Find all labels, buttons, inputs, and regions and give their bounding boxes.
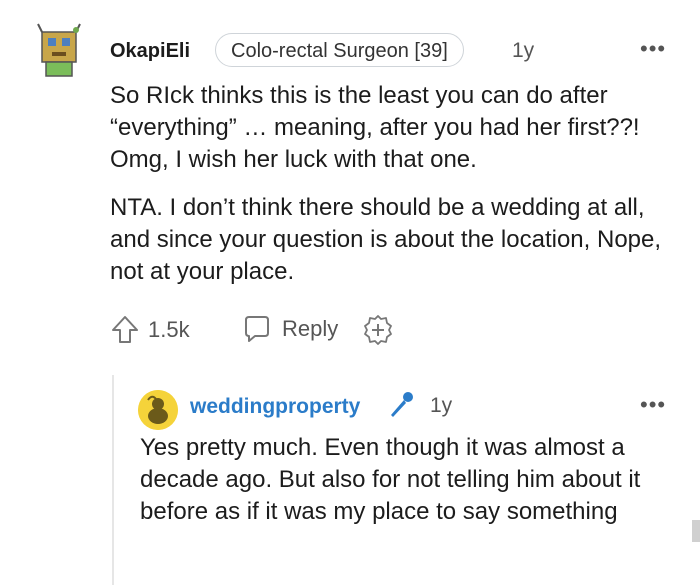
reply-icon — [242, 314, 272, 344]
comment-actions: 1.5k Reply — [110, 314, 510, 354]
reply-button[interactable]: Reply — [242, 314, 338, 344]
user-flair: Colo-rectal Surgeon [39] — [215, 33, 464, 67]
comment-paragraph: So RIck thinks this is the least you can… — [110, 82, 640, 173]
microphone-icon — [386, 389, 416, 419]
reply-age: 1y — [430, 394, 453, 417]
more-icon[interactable]: ••• — [640, 36, 666, 62]
reply-username[interactable]: weddingproperty — [190, 395, 360, 419]
username[interactable]: OkapiEli — [110, 40, 190, 63]
award-icon — [362, 314, 394, 346]
comment-body: So RIck thinks this is the least you can… — [110, 80, 685, 304]
reply-body: Yes pretty much. Even though it was almo… — [140, 434, 641, 525]
award-button[interactable] — [362, 314, 394, 346]
reply-label: Reply — [282, 316, 339, 341]
more-icon[interactable]: ••• — [640, 392, 666, 418]
upvote-count: 1.5k — [148, 317, 190, 342]
user-avatar[interactable] — [34, 22, 84, 78]
comment-paragraph: NTA. I don’t think there should be a wed… — [110, 194, 662, 285]
thread-line[interactable] — [112, 375, 114, 585]
comment-age: 1y — [512, 39, 535, 62]
upvote-button[interactable]: 1.5k — [110, 314, 190, 346]
reply-avatar[interactable] — [138, 390, 178, 430]
scrollbar[interactable] — [692, 520, 700, 542]
upvote-icon[interactable] — [110, 314, 140, 346]
